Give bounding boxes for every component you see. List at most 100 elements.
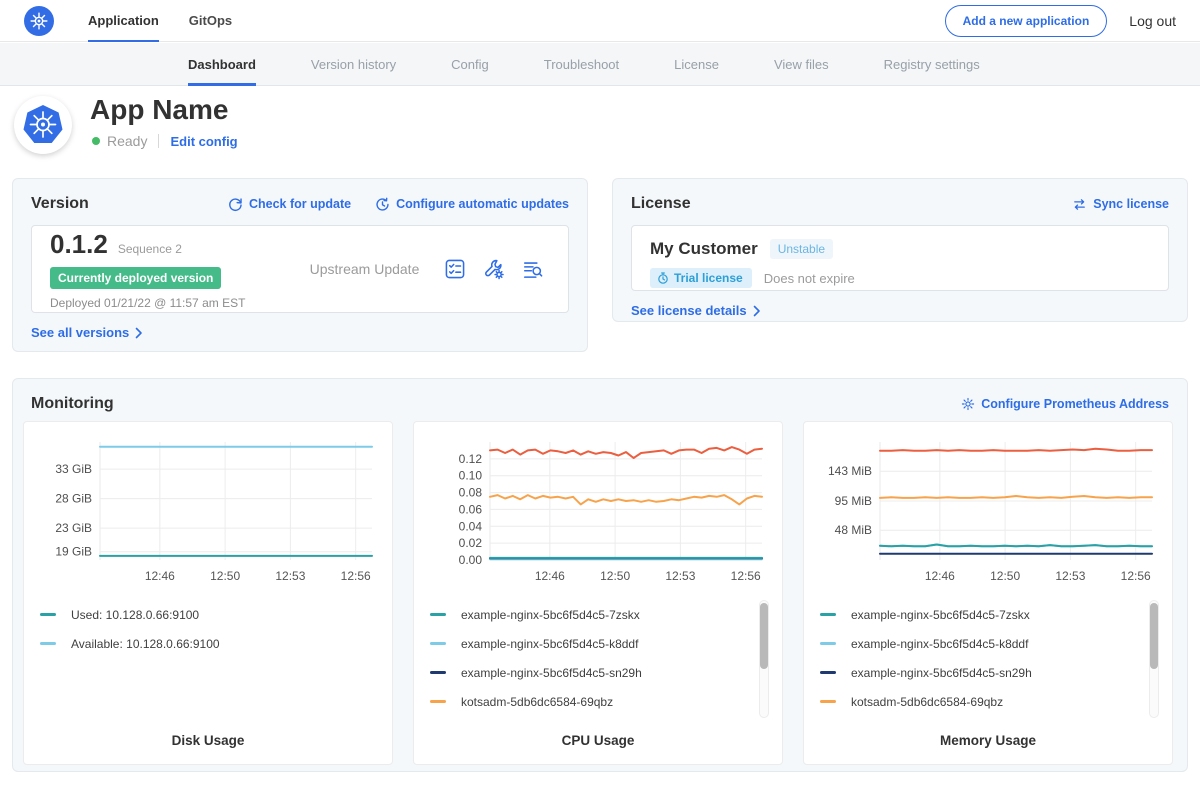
tab-application[interactable]: Application (88, 0, 159, 42)
kots-admin-console: Application GitOps Add a new application… (0, 0, 1200, 796)
legend-item: example-nginx-5bc6f5d4c5-7zskx (820, 600, 1122, 629)
deploy-logs-icon[interactable] (522, 258, 544, 280)
license-info-box: My Customer Unstable Trial license Does … (631, 225, 1169, 291)
legend-label: example-nginx-5bc6f5d4c5-k8ddf (461, 637, 638, 651)
svg-text:143 MiB: 143 MiB (828, 464, 872, 478)
kubernetes-app-icon (22, 103, 64, 147)
legend-item: Available: 10.128.0.66:9100 (40, 629, 342, 658)
legend-item: example-nginx-5bc6f5d4c5-sn29h (820, 658, 1122, 687)
tab-troubleshoot[interactable]: Troubleshoot (544, 43, 619, 86)
legend-label: kotsadm-5db6dc6584-69qbz (461, 695, 613, 709)
app-status-row: Ready Edit config (92, 133, 238, 149)
logout-link[interactable]: Log out (1129, 13, 1176, 29)
monitoring-charts: 12:4612:5012:5312:5619 GiB23 GiB28 GiB33… (23, 421, 1173, 765)
svg-text:0.00: 0.00 (459, 553, 483, 567)
check-for-update-link[interactable]: Check for update (228, 197, 351, 212)
status-badge: Ready (107, 133, 147, 149)
version-card-actions: Check for update Configure automatic upd… (228, 197, 569, 212)
update-source-label: Upstream Update (285, 261, 444, 277)
legend-item: example-nginx-5bc6f5d4c5-k8ddf (430, 629, 732, 658)
tab-config[interactable]: Config (451, 43, 489, 86)
customer-name: My Customer (650, 239, 758, 259)
disk-usage-chart: 12:4612:5012:5312:5619 GiB23 GiB28 GiB33… (40, 434, 378, 588)
add-application-button[interactable]: Add a new application (945, 5, 1108, 37)
legend-scrollbar[interactable] (759, 600, 769, 718)
see-all-versions-label: See all versions (31, 325, 129, 340)
preflight-checks-icon[interactable] (444, 258, 466, 280)
svg-text:0.08: 0.08 (459, 486, 483, 500)
legend-label: example-nginx-5bc6f5d4c5-sn29h (461, 666, 642, 680)
svg-text:0.02: 0.02 (459, 536, 483, 550)
app-avatar (14, 96, 72, 154)
top-navbar: Application GitOps Add a new application… (0, 0, 1200, 42)
svg-text:12:50: 12:50 (600, 569, 630, 583)
ready-status-dot (92, 137, 100, 145)
svg-text:12:53: 12:53 (665, 569, 695, 583)
legend-color-dash (430, 642, 446, 645)
see-all-versions-link[interactable]: See all versions (31, 325, 569, 340)
tab-application-label: Application (88, 13, 159, 28)
legend-item: example-nginx-5bc6f5d4c5-sn29h (430, 658, 732, 687)
app-header: App Name Ready Edit config (0, 86, 1200, 172)
legend-scrollbar[interactable] (1149, 600, 1159, 718)
app-subnav: Dashboard Version history Config Trouble… (0, 43, 1200, 86)
svg-text:95 MiB: 95 MiB (835, 494, 872, 508)
legend-color-dash (820, 642, 836, 645)
chart-title: Disk Usage (24, 733, 392, 748)
deployed-badge: Currently deployed version (50, 267, 221, 289)
svg-text:12:53: 12:53 (275, 569, 305, 583)
sync-arrows-icon (1072, 197, 1087, 212)
legend-color-dash (820, 700, 836, 703)
license-card-header: License Sync license (631, 195, 1169, 213)
tab-license[interactable]: License (674, 43, 719, 86)
disk-usage-legend: Used: 10.128.0.66:9100 Available: 10.128.… (40, 600, 376, 658)
license-card-title: License (631, 195, 691, 213)
tab-dashboard[interactable]: Dashboard (188, 43, 256, 86)
legend-label: kotsadm-5db6dc6584-69qbz (851, 695, 1003, 709)
license-expiry-text: Does not expire (764, 271, 855, 286)
legend-color-dash (430, 613, 446, 616)
current-version-box: 0.1.2 Sequence 2 Currently deployed vers… (31, 225, 569, 313)
version-info: 0.1.2 Sequence 2 Currently deployed vers… (50, 229, 285, 310)
version-number: 0.1.2 (50, 229, 108, 260)
license-card: License Sync license My Customer Unstabl… (612, 178, 1188, 322)
cpu-usage-legend: example-nginx-5bc6f5d4c5-7zskx example-ng… (430, 600, 766, 716)
trial-license-label: Trial license (674, 271, 743, 285)
tab-gitops[interactable]: GitOps (189, 0, 232, 42)
see-license-details-label: See license details (631, 303, 747, 318)
version-card-header: Version Check for update Configure au (31, 195, 569, 213)
legend-label: example-nginx-5bc6f5d4c5-7zskx (461, 608, 640, 622)
legend-color-dash (430, 671, 446, 674)
memory-usage-legend: example-nginx-5bc6f5d4c5-7zskx example-ng… (820, 600, 1156, 716)
kubernetes-logo-icon (24, 6, 54, 36)
sync-license-link[interactable]: Sync license (1072, 197, 1169, 212)
tab-registry-settings[interactable]: Registry settings (884, 43, 980, 86)
legend-label: Available: 10.128.0.66:9100 (71, 637, 220, 651)
tab-version-history[interactable]: Version history (311, 43, 396, 86)
legend-label: example-nginx-5bc6f5d4c5-sn29h (851, 666, 1032, 680)
svg-text:12:50: 12:50 (210, 569, 240, 583)
scrollbar-thumb[interactable] (760, 603, 768, 669)
config-wrench-icon[interactable] (483, 258, 505, 280)
scrollbar-thumb[interactable] (1150, 603, 1158, 669)
see-license-details-link[interactable]: See license details (631, 303, 1169, 318)
topnav-right: Add a new application Log out (945, 5, 1176, 37)
edit-config-link[interactable]: Edit config (170, 134, 237, 149)
legend-color-dash (40, 642, 56, 645)
svg-text:12:53: 12:53 (1055, 569, 1085, 583)
stopwatch-icon (657, 272, 669, 284)
cpu-usage-chart: 12:4612:5012:5312:560.000.020.040.060.08… (430, 434, 768, 588)
version-card-title: Version (31, 195, 89, 213)
tab-view-files[interactable]: View files (774, 43, 829, 86)
chart-title: CPU Usage (414, 733, 782, 748)
configure-prometheus-label: Configure Prometheus Address (981, 397, 1169, 411)
monitoring-title: Monitoring (31, 395, 114, 413)
svg-text:12:46: 12:46 (925, 569, 955, 583)
legend-item: Used: 10.128.0.66:9100 (40, 600, 342, 629)
memory-usage-chart: 12:4612:5012:5312:5648 MiB95 MiB143 MiB (820, 434, 1158, 588)
configure-automatic-updates-link[interactable]: Configure automatic updates (375, 197, 569, 212)
trial-license-badge: Trial license (650, 268, 752, 288)
legend-label: example-nginx-5bc6f5d4c5-7zskx (851, 608, 1030, 622)
svg-text:0.06: 0.06 (459, 502, 483, 516)
configure-prometheus-link[interactable]: Configure Prometheus Address (961, 397, 1169, 411)
